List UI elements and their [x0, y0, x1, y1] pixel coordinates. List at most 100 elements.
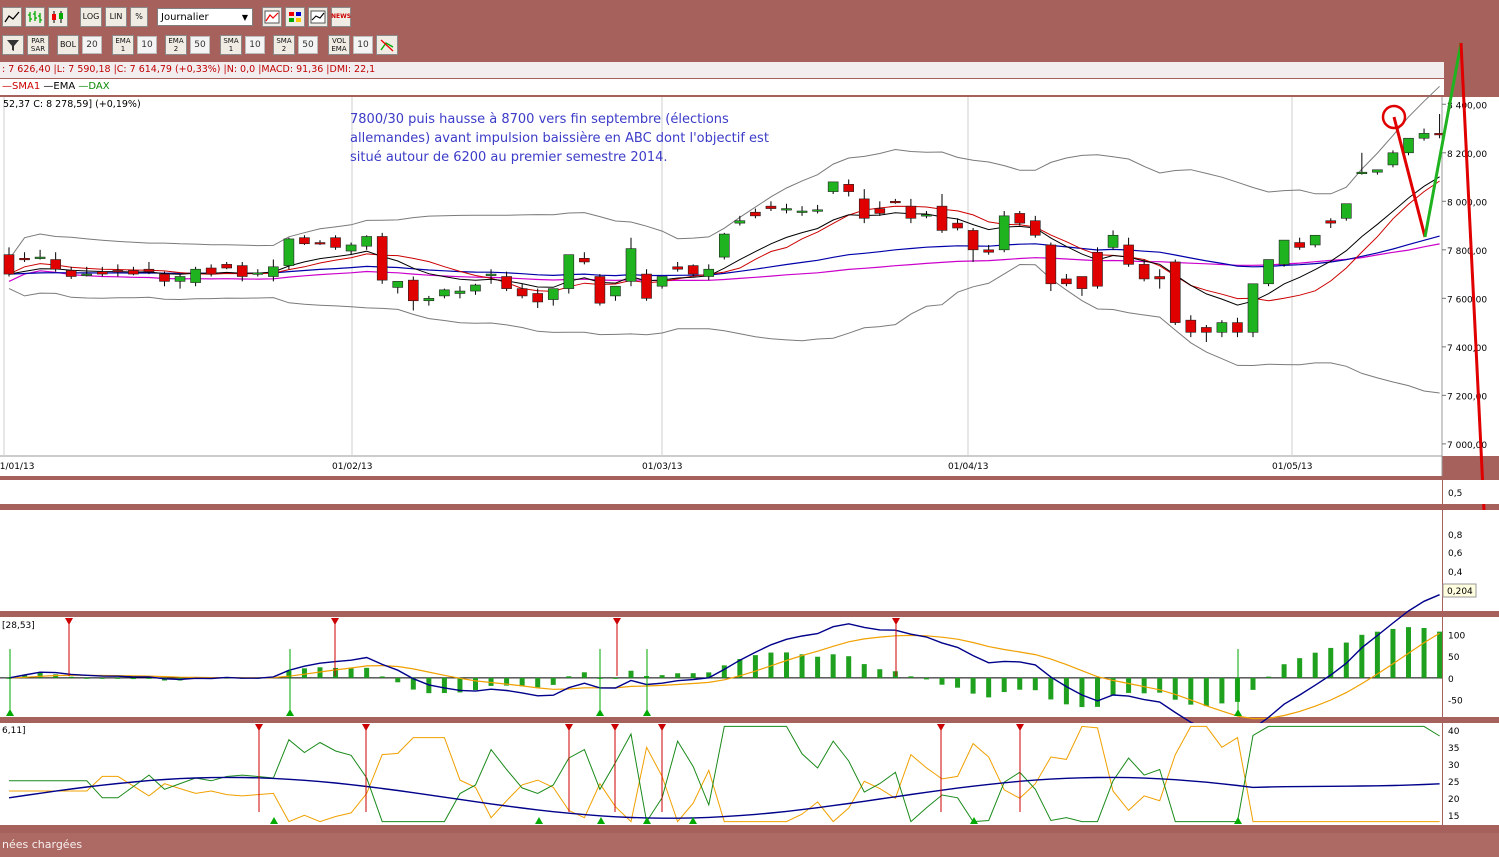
candle-body-down — [936, 205, 948, 231]
macd-histogram-bar — [939, 677, 945, 685]
candle-body-down — [128, 270, 139, 275]
candle-body-up — [1341, 203, 1352, 219]
candle-body-up — [439, 289, 450, 297]
macd-tick-label: -50 — [1448, 697, 1463, 707]
candle-body-up — [1356, 171, 1368, 174]
candle-body-down — [112, 270, 124, 273]
date-tick-label: 01/03/13 — [642, 462, 682, 472]
candle — [998, 211, 1010, 253]
candle-body-down — [159, 273, 170, 282]
price-tick-label: 8 000,00 — [1447, 198, 1487, 208]
macd-histogram-bar — [1297, 658, 1303, 678]
macd-histogram-bar — [986, 677, 992, 698]
candle-body-down — [1232, 322, 1243, 333]
candle-body-down — [1123, 244, 1134, 265]
candle-body-up — [1403, 137, 1414, 154]
candle-body-down — [765, 205, 777, 209]
macd-histogram-bar — [752, 655, 758, 678]
candle-body-down — [594, 276, 606, 304]
candle-body-up — [345, 244, 357, 252]
candle-body-down — [330, 237, 341, 248]
candle-body-up — [283, 238, 295, 266]
candle-body-up — [547, 288, 559, 300]
date-tick-label: 01/01/13 — [0, 462, 34, 472]
candle-body-up — [1263, 259, 1274, 285]
candle-body-down — [1325, 220, 1337, 224]
macd-histogram-bar — [690, 673, 696, 678]
candle-body-down — [376, 236, 388, 281]
candle-body-down — [1076, 276, 1088, 289]
dmi-tick-label: 30 — [1448, 761, 1460, 771]
price-tick-label: 7 200,00 — [1447, 392, 1487, 402]
candle-body-down — [687, 265, 699, 275]
macd-histogram-bar — [364, 667, 370, 678]
macd-histogram-bar — [830, 654, 836, 678]
macd-tick-label: 50 — [1448, 653, 1460, 663]
macd-histogram-bar — [1266, 676, 1272, 678]
dmi-tick-label: 15 — [1448, 812, 1459, 822]
macd-histogram-bar — [799, 654, 805, 678]
candle-body-down — [205, 267, 217, 275]
dmi-tick-label: 40 — [1448, 727, 1460, 737]
candle-body-down — [1030, 220, 1041, 236]
candle — [330, 235, 341, 250]
candle-body-down — [874, 208, 886, 214]
macd-histogram-bar — [130, 677, 136, 680]
candle-body-down — [750, 211, 761, 217]
candle — [1014, 211, 1026, 226]
candle-body-up — [1418, 133, 1430, 139]
macd-histogram-bar — [581, 672, 587, 678]
candle — [1341, 203, 1352, 221]
candle-body-up — [81, 273, 93, 276]
macd-histogram-bar — [37, 673, 43, 678]
candle — [376, 232, 388, 284]
analysis-annotation: 7800/30 puis hausse à 8700 vers fin sept… — [350, 112, 769, 165]
candle-body-down — [501, 276, 512, 289]
date-tick-label: 01/04/13 — [948, 462, 988, 472]
macd-histogram-bar — [675, 673, 681, 678]
candle — [718, 232, 730, 260]
osc-tick-08: 0,8 — [1448, 531, 1463, 541]
candle — [1263, 259, 1274, 287]
candle-body-down — [1014, 213, 1026, 224]
candle-body-up — [812, 209, 823, 212]
price-tick-label: 7 600,00 — [1447, 295, 1487, 305]
candle-body-down — [3, 254, 15, 275]
macd-histogram-bar — [1203, 677, 1209, 707]
candle-body-up — [796, 210, 808, 213]
macd-histogram-bar — [970, 677, 976, 694]
macd-histogram-bar — [395, 677, 401, 683]
candle-body-down — [905, 205, 917, 219]
candle-body-down — [299, 237, 310, 245]
macd-histogram-bar — [473, 677, 478, 691]
volume-panel — [0, 480, 1442, 504]
osc-tick-04: 0,4 — [1448, 568, 1463, 578]
macd-histogram-bar — [1281, 664, 1287, 678]
candle-body-up — [361, 236, 372, 247]
macd-histogram-bar — [721, 665, 727, 678]
candle-body-down — [314, 242, 326, 245]
candle-body-down — [890, 201, 901, 204]
candle-body-down — [1138, 264, 1150, 280]
candle — [1247, 283, 1259, 338]
macd-histogram-bar — [1390, 628, 1396, 678]
candle-body-up — [1387, 152, 1399, 166]
candle-body-up — [1309, 234, 1321, 246]
candle-body-up — [174, 276, 186, 282]
macd-histogram-bar — [955, 677, 961, 688]
candle-body-down — [858, 198, 870, 219]
candle — [594, 274, 606, 306]
macd-histogram-bar — [1374, 631, 1380, 678]
macd-histogram-bar — [1234, 677, 1240, 702]
macd-histogram-bar — [923, 677, 929, 680]
dmi-axis — [1443, 723, 1499, 825]
dmi-tick-label: 35 — [1448, 744, 1459, 754]
macd-histogram-bar — [566, 676, 572, 678]
candle-body-down — [1061, 278, 1072, 285]
volume-readout: 0,204 — [1447, 587, 1473, 597]
macd-label: [28,53] — [2, 621, 35, 631]
candle-body-down — [641, 273, 652, 299]
price-tick-label: 7 400,00 — [1447, 344, 1487, 354]
candle-body-down — [579, 258, 590, 263]
macd-histogram-bar — [892, 671, 898, 678]
